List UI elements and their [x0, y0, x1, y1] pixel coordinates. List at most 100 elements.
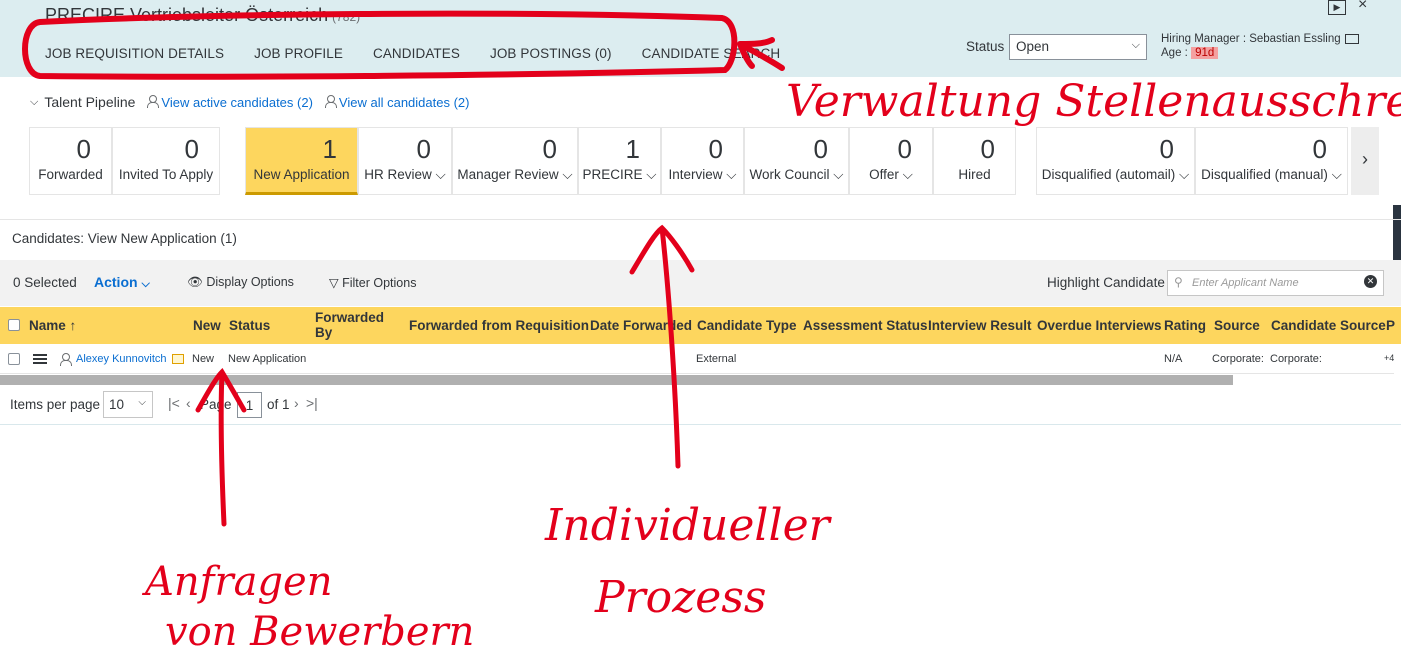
section-divider [0, 219, 1401, 220]
contact-card-icon[interactable] [1344, 33, 1359, 44]
filter-options-label: Filter Options [342, 276, 417, 290]
col-forwarded-by[interactable]: Forwarded By [315, 310, 385, 340]
annotation-individueller: Individueller [544, 500, 833, 551]
stage-manager-review[interactable]: 0 Manager Review ⌵ [452, 127, 578, 195]
resume-icon[interactable] [172, 354, 184, 364]
col-truncated[interactable]: P [1386, 318, 1395, 333]
cell-candidate-type: External [696, 353, 737, 365]
col-interview-result[interactable]: Interview Result [928, 318, 1032, 333]
talent-pipeline-title: Talent Pipeline [44, 94, 136, 110]
status-select[interactable]: Open ⌵ [1009, 34, 1147, 60]
stage-count: 0 [416, 134, 431, 164]
filter-options-button[interactable]: ▽ Filter Options [329, 275, 416, 290]
horizontal-scrollbar[interactable] [0, 375, 1394, 385]
col-date-forwarded[interactable]: Date Forwarded [590, 318, 692, 333]
col-overdue-interviews[interactable]: Overdue Interviews [1037, 318, 1162, 333]
clear-icon[interactable]: ✕ [1364, 275, 1377, 288]
stage-count: 0 [708, 134, 723, 164]
chevron-down-icon[interactable]: ⌵ [30, 96, 38, 109]
last-page-icon[interactable]: >| [306, 395, 318, 411]
job-title: PRECIRE Vertriebsleiter Österreich [45, 5, 329, 25]
col-candidate-type[interactable]: Candidate Type [697, 318, 797, 333]
search-icon: ⚲ [1174, 275, 1183, 289]
cell-extra: +4 [1384, 353, 1395, 363]
stage-label: Hired [958, 167, 991, 182]
row-checkbox[interactable] [8, 353, 20, 365]
col-status[interactable]: Status [229, 318, 270, 333]
stage-precire[interactable]: 1 PRECIRE ⌵ [578, 127, 661, 195]
age-badge: 91d [1191, 47, 1219, 59]
col-source[interactable]: Source [1214, 318, 1260, 333]
col-forwarded-from-requisition[interactable]: Forwarded from Requisition [409, 318, 589, 333]
play-icon[interactable]: ▶ [1328, 0, 1346, 15]
stage-hr-review[interactable]: 0 HR Review ⌵ [358, 127, 452, 195]
hiring-manager-info: Hiring Manager : Sebastian Essling Age :… [1161, 32, 1359, 60]
chevron-down-icon: ⌵ [138, 397, 146, 408]
stage-label: Disqualified (automail) ⌵ [1041, 167, 1190, 182]
annotation-verwaltung: Verwaltung Stellenausschreibung [786, 76, 1401, 127]
stage-interview[interactable]: 0 Interview ⌵ [661, 127, 744, 195]
stage-new-application[interactable]: 1 New Application [245, 127, 358, 195]
col-rating[interactable]: Rating [1164, 318, 1206, 333]
tab-candidates[interactable]: CANDIDATES [373, 46, 460, 61]
candidates-view-title: Candidates: View New Application (1) [12, 231, 237, 246]
previous-page-icon[interactable]: ‹ [186, 395, 191, 411]
cell-rating: N/A [1164, 353, 1183, 365]
stage-label: Disqualified (manual) ⌵ [1201, 167, 1342, 182]
close-icon[interactable]: × [1358, 0, 1367, 14]
page-total: of 1 [267, 397, 290, 412]
chevron-right-icon[interactable]: › [1351, 127, 1379, 195]
sort-ascending-icon: ↑ [69, 318, 77, 333]
highlight-candidate-input[interactable]: ⚲ Enter Applicant Name ✕ [1167, 270, 1384, 296]
requisition-count: (782) [332, 10, 361, 24]
page-number-input[interactable]: 1 [237, 392, 262, 418]
tab-job-requisition-details[interactable]: JOB REQUISITION DETAILS [45, 46, 224, 61]
stage-hired[interactable]: 0 Hired [933, 127, 1016, 195]
requisition-header: PRECIRE Vertriebsleiter Österreich (782) … [0, 0, 1401, 77]
action-menu-button[interactable]: Action ⌵ [94, 274, 150, 291]
screen-root: PRECIRE Vertriebsleiter Österreich (782) … [0, 0, 1401, 672]
stage-count: 0 [1312, 134, 1327, 164]
tab-job-postings[interactable]: JOB POSTINGS (0) [490, 46, 612, 61]
annotation-prozess: Prozess [594, 572, 767, 623]
stage-work-council[interactable]: 0 Work Council ⌵ [744, 127, 849, 195]
candidate-name-link[interactable]: Alexey Kunnovitch [76, 353, 167, 365]
items-per-page-label: Items per page [10, 397, 101, 412]
page-label: Page [200, 397, 232, 412]
tab-job-profile[interactable]: JOB PROFILE [254, 46, 343, 61]
scrollbar-thumb[interactable] [0, 375, 1233, 385]
cell-candidate-source: Corporate: [1270, 353, 1322, 365]
stage-invited-to-apply[interactable]: 0 Invited To Apply [112, 127, 220, 195]
person-icon [147, 94, 160, 108]
col-candidate-source[interactable]: Candidate Source [1271, 318, 1386, 333]
display-options-label: Display Options [206, 275, 294, 289]
menu-icon[interactable] [33, 354, 47, 364]
items-per-page-select[interactable]: 10 ⌵ [103, 391, 153, 418]
stage-offer[interactable]: 0 Offer ⌵ [849, 127, 933, 195]
view-all-candidates-link[interactable]: View all candidates (2) [324, 94, 470, 110]
col-name[interactable]: Name ↑ [29, 318, 76, 333]
display-options-button[interactable]: 👁 Display Options [187, 275, 294, 290]
person-icon [324, 94, 337, 108]
col-new[interactable]: New [193, 318, 221, 333]
stage-count: 1 [625, 134, 640, 164]
col-assessment-status[interactable]: Assessment Status [803, 318, 928, 333]
page-title: PRECIRE Vertriebsleiter Österreich (782) [45, 5, 360, 26]
stage-count: 0 [897, 134, 912, 164]
stage-disqualified-automail[interactable]: 0 Disqualified (automail) ⌵ [1036, 127, 1195, 195]
stage-label: New Application [253, 167, 350, 182]
first-page-icon[interactable]: |< [168, 395, 180, 411]
stage-forwarded[interactable]: 0 Forwarded [29, 127, 112, 195]
person-icon [60, 353, 72, 366]
tab-candidate-search[interactable]: CANDIDATE SEARCH [642, 46, 781, 61]
age-label: Age : [1161, 47, 1188, 59]
annotation-bewerbern: von Bewerbern [165, 609, 474, 655]
view-all-label: View all candidates (2) [338, 94, 470, 110]
search-placeholder: Enter Applicant Name [1192, 277, 1299, 289]
items-per-page-value: 10 [109, 397, 125, 412]
next-page-icon[interactable]: › [294, 395, 299, 411]
stage-disqualified-manual[interactable]: 0 Disqualified (manual) ⌵ [1195, 127, 1348, 195]
select-all-checkbox[interactable] [8, 319, 20, 331]
stage-count: 0 [1159, 134, 1174, 164]
view-active-candidates-link[interactable]: View active candidates (2) [147, 94, 313, 110]
